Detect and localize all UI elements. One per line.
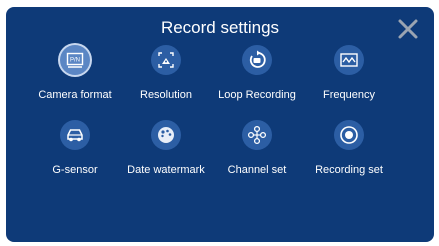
date-watermark-button[interactable] — [151, 120, 181, 150]
pn-format-icon: P/N — [66, 52, 84, 68]
frequency-icon — [340, 53, 358, 67]
svg-text:P/N: P/N — [70, 58, 80, 64]
g-sensor-button[interactable] — [60, 120, 90, 150]
record-icon — [340, 126, 358, 144]
loop-recording-icon — [249, 50, 266, 68]
menu-item-resolution[interactable]: Resolution — [114, 45, 218, 111]
channel-icon — [247, 125, 267, 145]
car-sensor-icon — [67, 129, 83, 142]
camera-format-button[interactable]: P/N — [60, 45, 90, 75]
loop-recording-button[interactable] — [242, 45, 272, 75]
menu-item-channel-set[interactable]: Channel set — [205, 120, 309, 186]
page-title: Record settings — [160, 18, 280, 37]
menu-label: Recording set — [315, 164, 383, 176]
menu-item-frequency[interactable]: Frequency — [297, 45, 401, 111]
menu-label: Frequency — [323, 89, 375, 101]
channel-set-button[interactable] — [242, 120, 272, 150]
watermark-icon — [158, 127, 174, 143]
record-settings-screen: Record settings P/N Camera format Resolu… — [6, 7, 434, 242]
menu-item-loop-recording[interactable]: Loop Recording — [205, 45, 309, 111]
menu-item-recording-set[interactable]: Recording set — [297, 120, 401, 186]
menu-item-date-watermark[interactable]: Date watermark — [114, 120, 218, 186]
menu-item-camera-format[interactable]: P/N Camera format — [23, 45, 127, 111]
resolution-icon — [158, 52, 174, 68]
frequency-button[interactable] — [334, 45, 364, 75]
resolution-button[interactable] — [151, 45, 181, 75]
recording-set-button[interactable] — [334, 120, 364, 150]
menu-item-g-sensor[interactable]: G-sensor — [23, 120, 127, 186]
close-icon[interactable] — [397, 18, 419, 40]
